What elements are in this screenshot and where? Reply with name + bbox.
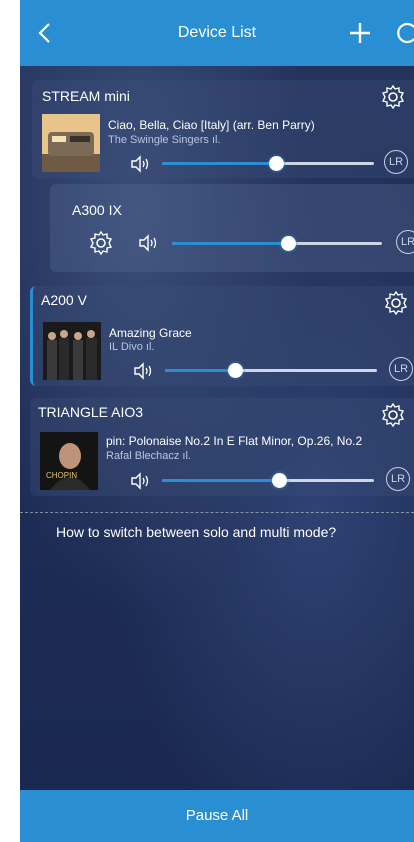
- volume-knob[interactable]: [269, 156, 284, 171]
- device-list-screen: Device List STREAM mini Ciao, Bella, Cia…: [20, 0, 414, 842]
- volume-knob[interactable]: [228, 363, 243, 378]
- device-card[interactable]: STREAM mini Ciao, Bella, Ciao [Italy] (a…: [32, 80, 414, 178]
- device-name: A300 IX: [72, 202, 122, 218]
- top-bar: Device List: [20, 0, 414, 66]
- svg-text:CHOPIN: CHOPIN: [46, 471, 77, 480]
- track-title: Amazing Grace: [109, 326, 192, 340]
- artist-name: Rafal Blechacz ıl.: [106, 450, 191, 462]
- device-card[interactable]: TRIANGLE AIO3 CHOPIN pin: Polonaise No.2…: [30, 398, 414, 496]
- pause-all-button[interactable]: Pause All: [20, 790, 414, 842]
- speaker-icon[interactable]: [133, 362, 155, 380]
- volume-fill: [162, 162, 276, 165]
- album-cover: [43, 322, 101, 380]
- volume-fill: [162, 479, 279, 482]
- artist-name: IL Divo ıl.: [109, 341, 155, 353]
- plus-icon[interactable]: [345, 18, 375, 48]
- channel-lr-button[interactable]: LR: [389, 357, 413, 381]
- track-title: Ciao, Bella, Ciao [Italy] (arr. Ben Parr…: [108, 118, 315, 132]
- speaker-icon[interactable]: [130, 472, 152, 490]
- speaker-icon[interactable]: [130, 155, 152, 173]
- channel-lr-button[interactable]: LR: [386, 467, 410, 491]
- volume-fill: [165, 369, 235, 372]
- volume-knob[interactable]: [281, 236, 296, 251]
- channel-lr-button[interactable]: LR: [396, 230, 414, 254]
- gear-icon[interactable]: [383, 290, 409, 316]
- volume-slider[interactable]: [165, 363, 377, 379]
- volume-slider[interactable]: [162, 473, 374, 489]
- gear-icon[interactable]: [88, 230, 114, 256]
- device-name: STREAM mini: [42, 88, 130, 104]
- refresh-icon[interactable]: [392, 18, 414, 48]
- gear-icon[interactable]: [380, 402, 406, 428]
- device-card[interactable]: A200 V Amazing Grace IL Divo ıl. LR: [30, 286, 414, 386]
- device-name: A200 V: [41, 292, 87, 308]
- channel-lr-button[interactable]: LR: [384, 150, 408, 174]
- volume-fill: [172, 242, 288, 245]
- volume-slider[interactable]: [162, 156, 374, 172]
- help-link[interactable]: How to switch between solo and multi mod…: [56, 524, 336, 540]
- speaker-icon[interactable]: [138, 234, 160, 252]
- volume-knob[interactable]: [272, 473, 287, 488]
- device-card[interactable]: A300 IX LR: [50, 184, 414, 272]
- gear-icon[interactable]: [380, 84, 406, 110]
- artist-name: The Swingle Singers ıl.: [108, 134, 221, 146]
- track-title: pin: Polonaise No.2 In E Flat Minor, Op.…: [106, 434, 363, 448]
- album-cover: [42, 114, 100, 172]
- album-cover: CHOPIN: [40, 432, 98, 490]
- volume-slider[interactable]: [172, 236, 382, 252]
- device-name: TRIANGLE AIO3: [38, 404, 144, 420]
- divider: [20, 512, 414, 513]
